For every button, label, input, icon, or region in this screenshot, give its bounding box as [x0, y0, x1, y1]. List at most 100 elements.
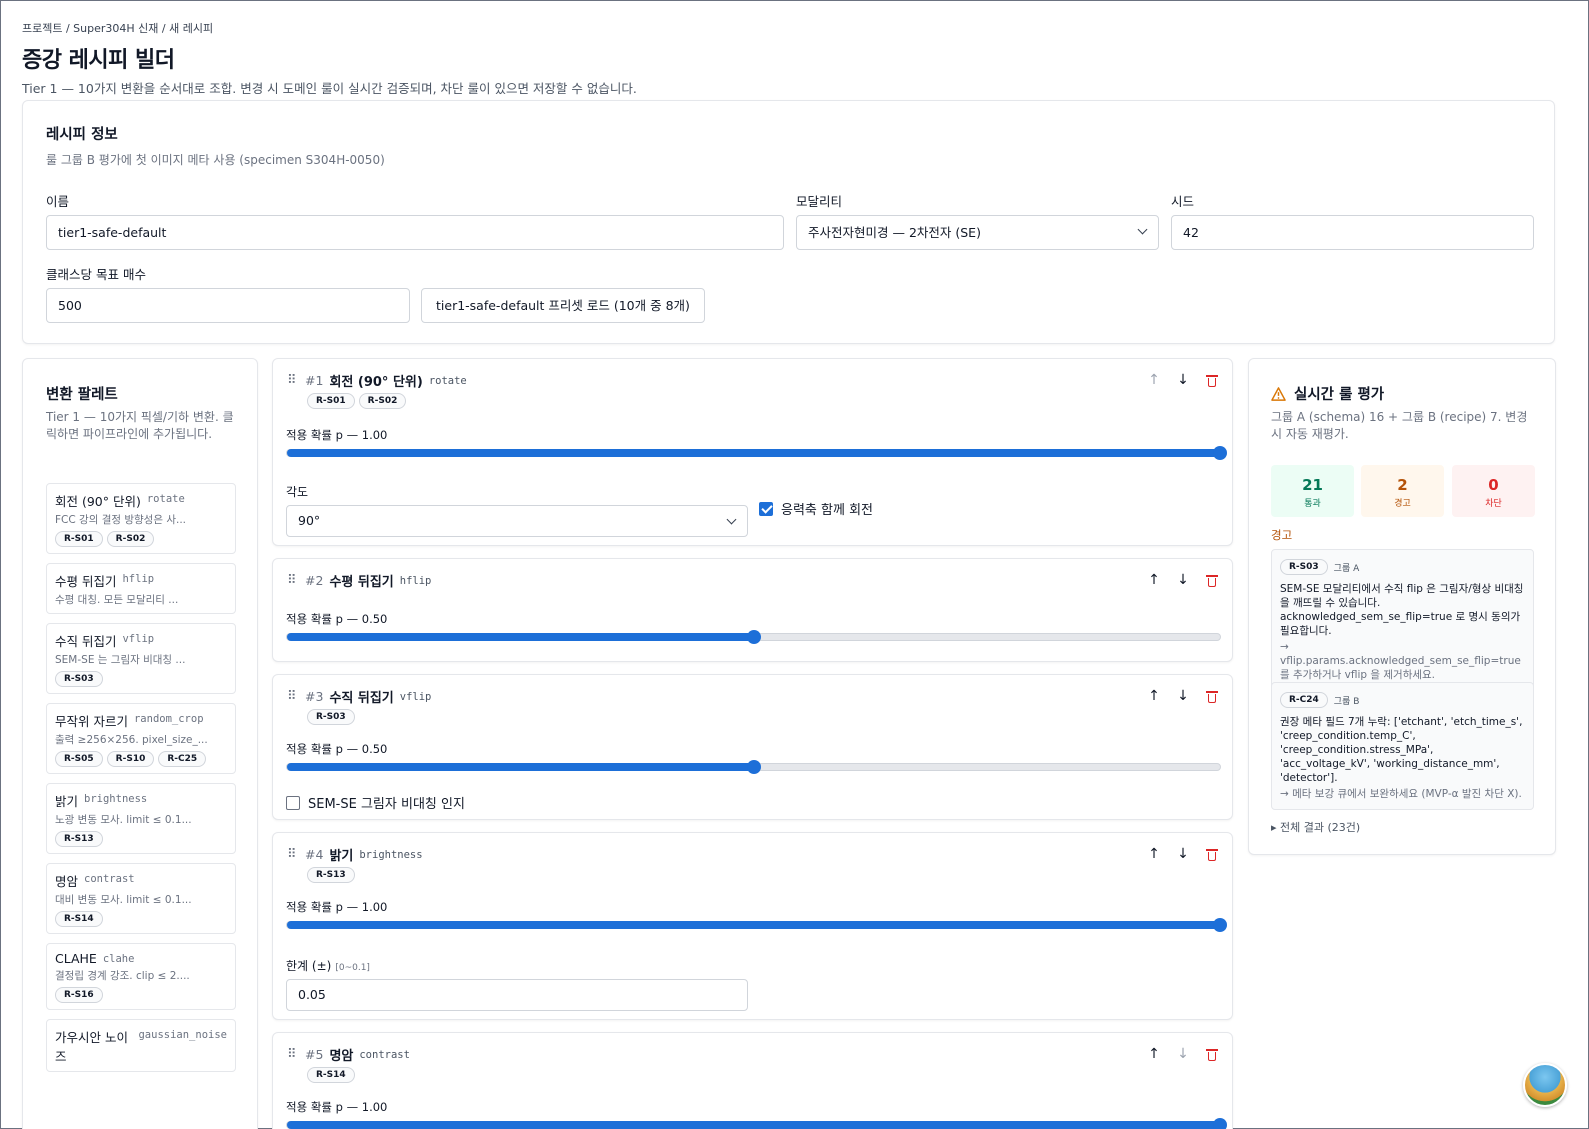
- target-input[interactable]: 500: [46, 288, 410, 323]
- move-down-icon[interactable]: ↓: [1177, 373, 1189, 387]
- step-key: brightness: [359, 848, 423, 861]
- delete-icon[interactable]: [1206, 690, 1218, 703]
- checkbox[interactable]: [759, 501, 773, 516]
- delete-icon[interactable]: [1206, 1048, 1218, 1061]
- warning-fix: → 메타 보강 큐에서 보완하세요 (MVP-α 발진 차단 X).: [1280, 788, 1522, 800]
- checkbox-row[interactable]: SEM-SE 그림자 비대칭 인지: [286, 793, 465, 812]
- move-up-icon[interactable]: ↑: [1148, 1047, 1160, 1061]
- probability-slider[interactable]: [286, 1118, 1227, 1129]
- rule-badge: R-S05: [55, 751, 103, 767]
- transform-palette: 변환 팔레트 Tier 1 — 10가지 픽셀/기하 변환. 클릭하면 파이프라…: [22, 358, 258, 1129]
- breadcrumb[interactable]: 프로젝트 / Super304H 신재 / 새 레시피: [22, 20, 1552, 36]
- move-up-icon[interactable]: ↑: [1148, 573, 1160, 587]
- rules-title-row: 실시간 룰 평가: [1271, 383, 1384, 404]
- slider-thumb[interactable]: [746, 630, 761, 644]
- trash-lid: [1206, 374, 1218, 377]
- stat-count: 0: [1488, 476, 1499, 494]
- step-key: vflip: [399, 690, 432, 703]
- angle-select[interactable]: 90°: [286, 505, 748, 537]
- slider-thumb[interactable]: [1213, 446, 1227, 460]
- palette-item-desc: 수평 대칭. 모든 모달리티 ...: [55, 594, 179, 606]
- palette-item-head: 명암 contrast: [55, 871, 227, 890]
- step-header: ⠿ #3 수직 뒤집기 vflip: [287, 687, 431, 706]
- user-avatar[interactable]: [1523, 1063, 1567, 1107]
- seed-input[interactable]: 42: [1171, 215, 1534, 250]
- rules-title: 실시간 룰 평가: [1294, 387, 1385, 403]
- palette-item-vflip[interactable]: 수직 뒤집기 vflip SEM-SE 는 그림자 비대칭 ... R-S03: [46, 623, 236, 694]
- rule-badge: R-S02: [358, 393, 407, 409]
- preset-load-button[interactable]: tier1-safe-default 프리셋 로드 (10개 중 8개): [421, 288, 705, 323]
- move-down-icon[interactable]: ↓: [1177, 847, 1189, 861]
- move-down-icon[interactable]: ↓: [1177, 1047, 1189, 1061]
- probability-slider[interactable]: [286, 630, 1221, 644]
- step-actions: ↑ ↓: [1148, 689, 1218, 703]
- drag-handle-icon[interactable]: ⠿: [287, 847, 299, 862]
- slider-thumb[interactable]: [1213, 918, 1227, 932]
- slider-thumb[interactable]: [746, 760, 761, 774]
- trash-body: [1208, 693, 1216, 703]
- trash-body: [1208, 1051, 1216, 1061]
- checkbox-row[interactable]: 응력축 함께 회전: [759, 499, 873, 518]
- palette-item-badges: R-S13: [55, 831, 227, 847]
- move-up-icon[interactable]: ↑: [1148, 847, 1160, 861]
- move-up-icon[interactable]: ↑: [1148, 373, 1160, 387]
- palette-item-brightness[interactable]: 밝기 brightness 노광 변동 모사. limit ≤ 0.1... R-S1…: [46, 783, 236, 854]
- palette-item-contrast[interactable]: 명암 contrast 대비 변동 모사. limit ≤ 0.1... R-S14: [46, 863, 236, 934]
- palette-item-name: 명암: [55, 874, 79, 889]
- slider-fill: [287, 763, 754, 771]
- drag-handle-icon[interactable]: ⠿: [287, 689, 299, 704]
- palette-item-head: 수직 뒤집기 vflip: [55, 631, 227, 650]
- checkbox[interactable]: [286, 795, 300, 810]
- warning-card: R-C24 그룹 B 권장 메타 필드 7개 누락: ['etchant', 'et…: [1271, 682, 1534, 810]
- name-input[interactable]: tier1-safe-default: [46, 215, 784, 250]
- palette-item-name: 밝기: [55, 794, 79, 809]
- palette-item-name: 수직 뒤집기: [55, 634, 117, 649]
- move-up-icon[interactable]: ↑: [1148, 689, 1160, 703]
- step-badges: R-S01 R-S02: [307, 393, 407, 409]
- drag-handle-icon[interactable]: ⠿: [287, 1047, 299, 1062]
- palette-item-key: contrast: [84, 873, 135, 885]
- palette-item-clahe[interactable]: CLAHE clahe 결정립 경계 강조. clip ≤ 2.... R-S16: [46, 943, 236, 1010]
- probability-slider[interactable]: [286, 446, 1227, 460]
- limit-input[interactable]: 0.05: [286, 979, 748, 1011]
- move-down-icon[interactable]: ↓: [1177, 689, 1189, 703]
- palette-item-key: hflip: [122, 573, 155, 585]
- full-results-toggle[interactable]: ▸ 전체 결과 (23건): [1271, 819, 1360, 835]
- probability-value: 1.00: [361, 1100, 388, 1114]
- modality-select[interactable]: 주사전자현미경 — 2차전자 (SE): [796, 215, 1159, 250]
- probability-value: 0.50: [361, 742, 388, 756]
- palette-item-key: random_crop: [133, 713, 204, 725]
- probability-slider[interactable]: [286, 760, 1221, 774]
- palette-item-desc: SEM-SE 는 그림자 비대칭 ...: [55, 654, 186, 666]
- palette-item-random_crop[interactable]: 무작위 자르기 random_crop 출력 ≥256×256. pixel_siz…: [46, 703, 236, 774]
- palette-item-key: vflip: [122, 633, 155, 645]
- step-header: ⠿ #1 회전 (90° 단위) rotate: [287, 371, 467, 390]
- probability-prefix: 적용 확률 p —: [286, 612, 362, 626]
- palette-item-badges: R-S05 R-S10 R-C25: [55, 751, 227, 767]
- slider-thumb[interactable]: [1213, 1118, 1227, 1129]
- palette-desc: Tier 1 — 10가지 픽셀/기하 변환. 클릭하면 파이프라인에 추가됩니…: [46, 410, 234, 441]
- stat-count: 21: [1302, 476, 1323, 494]
- probability-slider[interactable]: [286, 918, 1227, 932]
- step-header: ⠿ #5 명암 contrast: [287, 1045, 410, 1064]
- pipeline-step-rotate: ⠿ #1 회전 (90° 단위) rotate R-S01 R-S02 ↑ ↓ 적용 확률 p …: [272, 358, 1233, 546]
- param-hint: [0~0.1]: [335, 963, 370, 973]
- delete-icon[interactable]: [1206, 848, 1218, 861]
- stat-warn: 2 경고: [1361, 465, 1444, 517]
- drag-handle-icon[interactable]: ⠿: [287, 573, 299, 588]
- palette-item-key: brightness: [84, 793, 148, 805]
- delete-icon[interactable]: [1206, 574, 1218, 587]
- stat-label: 차단: [1485, 499, 1502, 509]
- step-name: 수직 뒤집기: [329, 691, 394, 706]
- delete-icon[interactable]: [1206, 374, 1218, 387]
- probability-prefix: 적용 확률 p —: [286, 742, 362, 756]
- palette-item-rotate[interactable]: 회전 (90° 단위) rotate FCC 강의 결정 방향성은 사... R-S0…: [46, 483, 236, 554]
- step-header: ⠿ #2 수평 뒤집기 hflip: [287, 571, 431, 590]
- page-header: 프로젝트 / Super304H 신재 / 새 레시피 증강 레시피 빌더 Ti…: [22, 20, 1552, 97]
- palette-item-hflip[interactable]: 수평 뒤집기 hflip 수평 대칭. 모든 모달리티 ...: [46, 563, 236, 614]
- seed-label: 시드: [1171, 194, 1195, 209]
- drag-handle-icon[interactable]: ⠿: [287, 373, 299, 388]
- palette-item-gaussian_noise[interactable]: 가우시안 노이즈 gaussian_noise: [46, 1019, 236, 1072]
- slider-fill: [287, 449, 1220, 457]
- move-down-icon[interactable]: ↓: [1177, 573, 1189, 587]
